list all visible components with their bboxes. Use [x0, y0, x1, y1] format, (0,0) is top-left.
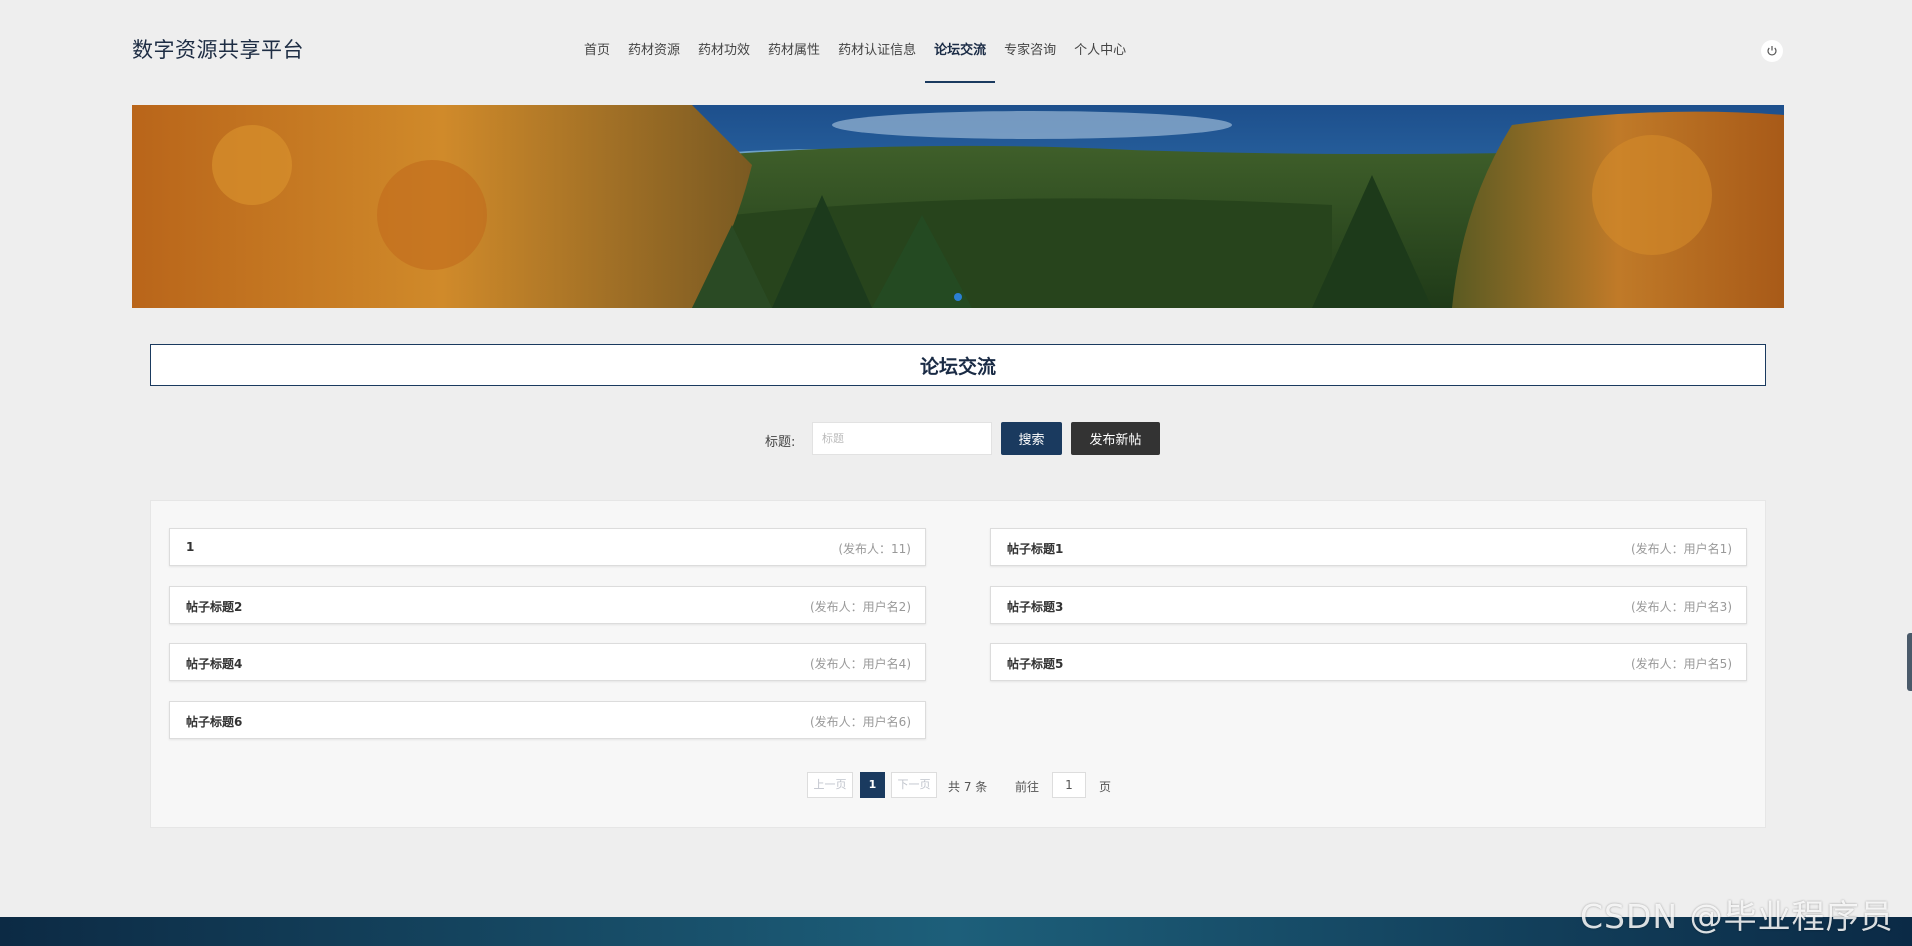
- nav-item-herb-efficacy[interactable]: 药材功效: [689, 0, 759, 84]
- nav-item-personal-center[interactable]: 个人中心: [1065, 0, 1135, 84]
- post-title: 帖子标题1: [1007, 542, 1064, 556]
- post-author: (发布人：用户名2): [810, 600, 911, 614]
- page-number-current[interactable]: 1: [860, 772, 885, 798]
- post-author: (发布人：用户名1): [1631, 542, 1732, 556]
- post-author: (发布人：用户名5): [1631, 657, 1732, 671]
- post-item[interactable]: 帖子标题2 (发布人：用户名2): [169, 586, 926, 624]
- search-label: 标题:: [765, 435, 796, 450]
- post-item[interactable]: 帖子标题3 (发布人：用户名3): [990, 586, 1747, 624]
- post-list-panel: 1 (发布人：11) 帖子标题1 (发布人：用户名1) 帖子标题2 (发布人：用…: [150, 500, 1766, 828]
- next-page-button[interactable]: 下一页: [891, 772, 937, 798]
- title-search-input[interactable]: [812, 422, 992, 455]
- nav-item-forum[interactable]: 论坛交流: [925, 0, 996, 84]
- search-button[interactable]: 搜索: [1001, 422, 1062, 455]
- power-icon: [1767, 46, 1777, 56]
- section-title-box: 论坛交流: [150, 344, 1766, 386]
- power-button[interactable]: [1761, 40, 1783, 62]
- nav-item-expert-consult[interactable]: 专家咨询: [995, 0, 1065, 84]
- post-title: 帖子标题6: [186, 715, 243, 729]
- post-title: 1: [186, 540, 195, 554]
- banner-carousel: [132, 105, 1784, 308]
- post-author: (发布人：用户名6): [810, 715, 911, 729]
- carousel-dot[interactable]: [954, 293, 962, 301]
- post-title: 帖子标题5: [1007, 657, 1064, 671]
- goto-page-input[interactable]: [1052, 772, 1086, 798]
- post-title: 帖子标题3: [1007, 600, 1064, 614]
- post-item[interactable]: 帖子标题4 (发布人：用户名4): [169, 643, 926, 681]
- main-nav: 首页 药材资源 药材功效 药材属性 药材认证信息 论坛交流 专家咨询 个人中心: [575, 0, 1135, 84]
- search-bar: 标题: 搜索 发布新帖: [0, 422, 1912, 456]
- post-item[interactable]: 帖子标题6 (发布人：用户名6): [169, 701, 926, 739]
- post-title: 帖子标题4: [186, 657, 243, 671]
- post-item[interactable]: 帖子标题1 (发布人：用户名1): [990, 528, 1747, 566]
- post-title: 帖子标题2: [186, 600, 243, 614]
- nav-item-herb-certification[interactable]: 药材认证信息: [829, 0, 925, 84]
- new-post-button[interactable]: 发布新帖: [1071, 422, 1160, 455]
- goto-label: 前往: [1015, 780, 1040, 794]
- nav-item-herb-properties[interactable]: 药材属性: [759, 0, 829, 84]
- prev-page-button[interactable]: 上一页: [807, 772, 853, 798]
- pagination: 上一页 1 下一页 共 7 条 前往 页: [151, 772, 1765, 798]
- nav-item-home[interactable]: 首页: [575, 0, 619, 84]
- post-item[interactable]: 帖子标题5 (发布人：用户名5): [990, 643, 1747, 681]
- section-title: 论坛交流: [919, 355, 996, 378]
- forest-landscape-image: [132, 105, 1784, 308]
- post-item[interactable]: 1 (发布人：11): [169, 528, 926, 566]
- watermark-text: CSDN @毕业程序员: [1580, 897, 1894, 936]
- total-count: 共 7 条: [948, 780, 988, 794]
- post-author: (发布人：11): [838, 542, 911, 556]
- post-author: (发布人：用户名4): [810, 657, 911, 671]
- nav-item-herb-resources[interactable]: 药材资源: [619, 0, 689, 84]
- page-suffix: 页: [1099, 780, 1112, 794]
- post-author: (发布人：用户名3): [1631, 600, 1732, 614]
- site-title: 数字资源共享平台: [132, 38, 304, 62]
- scrollbar-thumb[interactable]: [1907, 633, 1912, 691]
